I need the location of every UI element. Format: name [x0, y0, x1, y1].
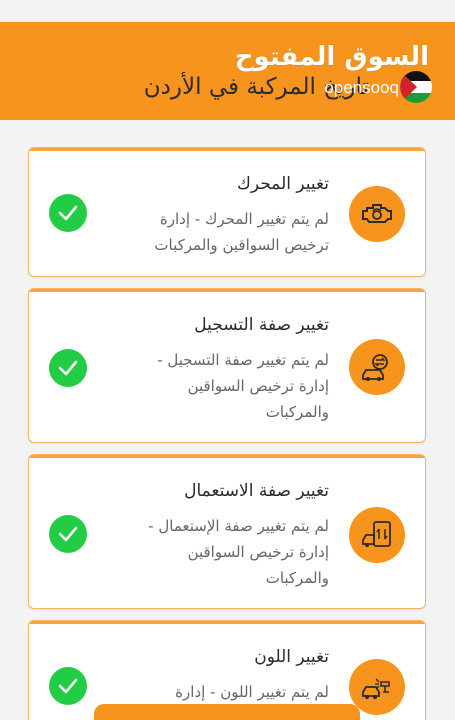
- bottom-action-bar[interactable]: [94, 704, 360, 720]
- engine-icon: [349, 186, 405, 242]
- history-card-engine[interactable]: تغيير المحرك لم يتم تغيير المحرك - إدارة…: [28, 147, 426, 277]
- check-icon: [49, 194, 87, 232]
- usage-document-icon: [349, 507, 405, 563]
- card-description: لم يتم تغيير صفة الإستعمال - إدارة ترخيص…: [148, 517, 329, 587]
- card-title: تغيير اللون: [254, 647, 329, 667]
- history-card-registration[interactable]: تغيير صفة التسجيل لم يتم تغيير صفة التسج…: [28, 288, 426, 443]
- header-bar: تاريخ المركبة في الأردن السوق المفتوح op…: [0, 22, 455, 120]
- card-description: لم يتم تغيير صفة التسجيل - إدارة ترخيص ا…: [157, 351, 329, 421]
- jordan-flag-icon: [400, 71, 432, 103]
- card-title: تغيير صفة التسجيل: [194, 315, 329, 335]
- card-description: لم يتم تغيير المحرك - إدارة ترخيص السواق…: [154, 210, 329, 254]
- check-icon: [49, 515, 87, 553]
- card-description: لم يتم تغيير اللون - إدارة: [175, 683, 329, 701]
- registration-change-icon: [349, 339, 405, 395]
- history-card-usage[interactable]: تغيير صفة الاستعمال لم يتم تغيير صفة الإ…: [28, 454, 426, 609]
- watermark-arabic-text: السوق المفتوح: [234, 42, 429, 72]
- card-title: تغيير المحرك: [236, 174, 329, 194]
- card-title: تغيير صفة الاستعمال: [184, 481, 329, 501]
- check-icon: [49, 667, 87, 705]
- page: تاريخ المركبة في الأردن السوق المفتوح op…: [0, 0, 455, 720]
- page-title: تاريخ المركبة في الأردن: [143, 74, 369, 100]
- check-icon: [49, 349, 87, 387]
